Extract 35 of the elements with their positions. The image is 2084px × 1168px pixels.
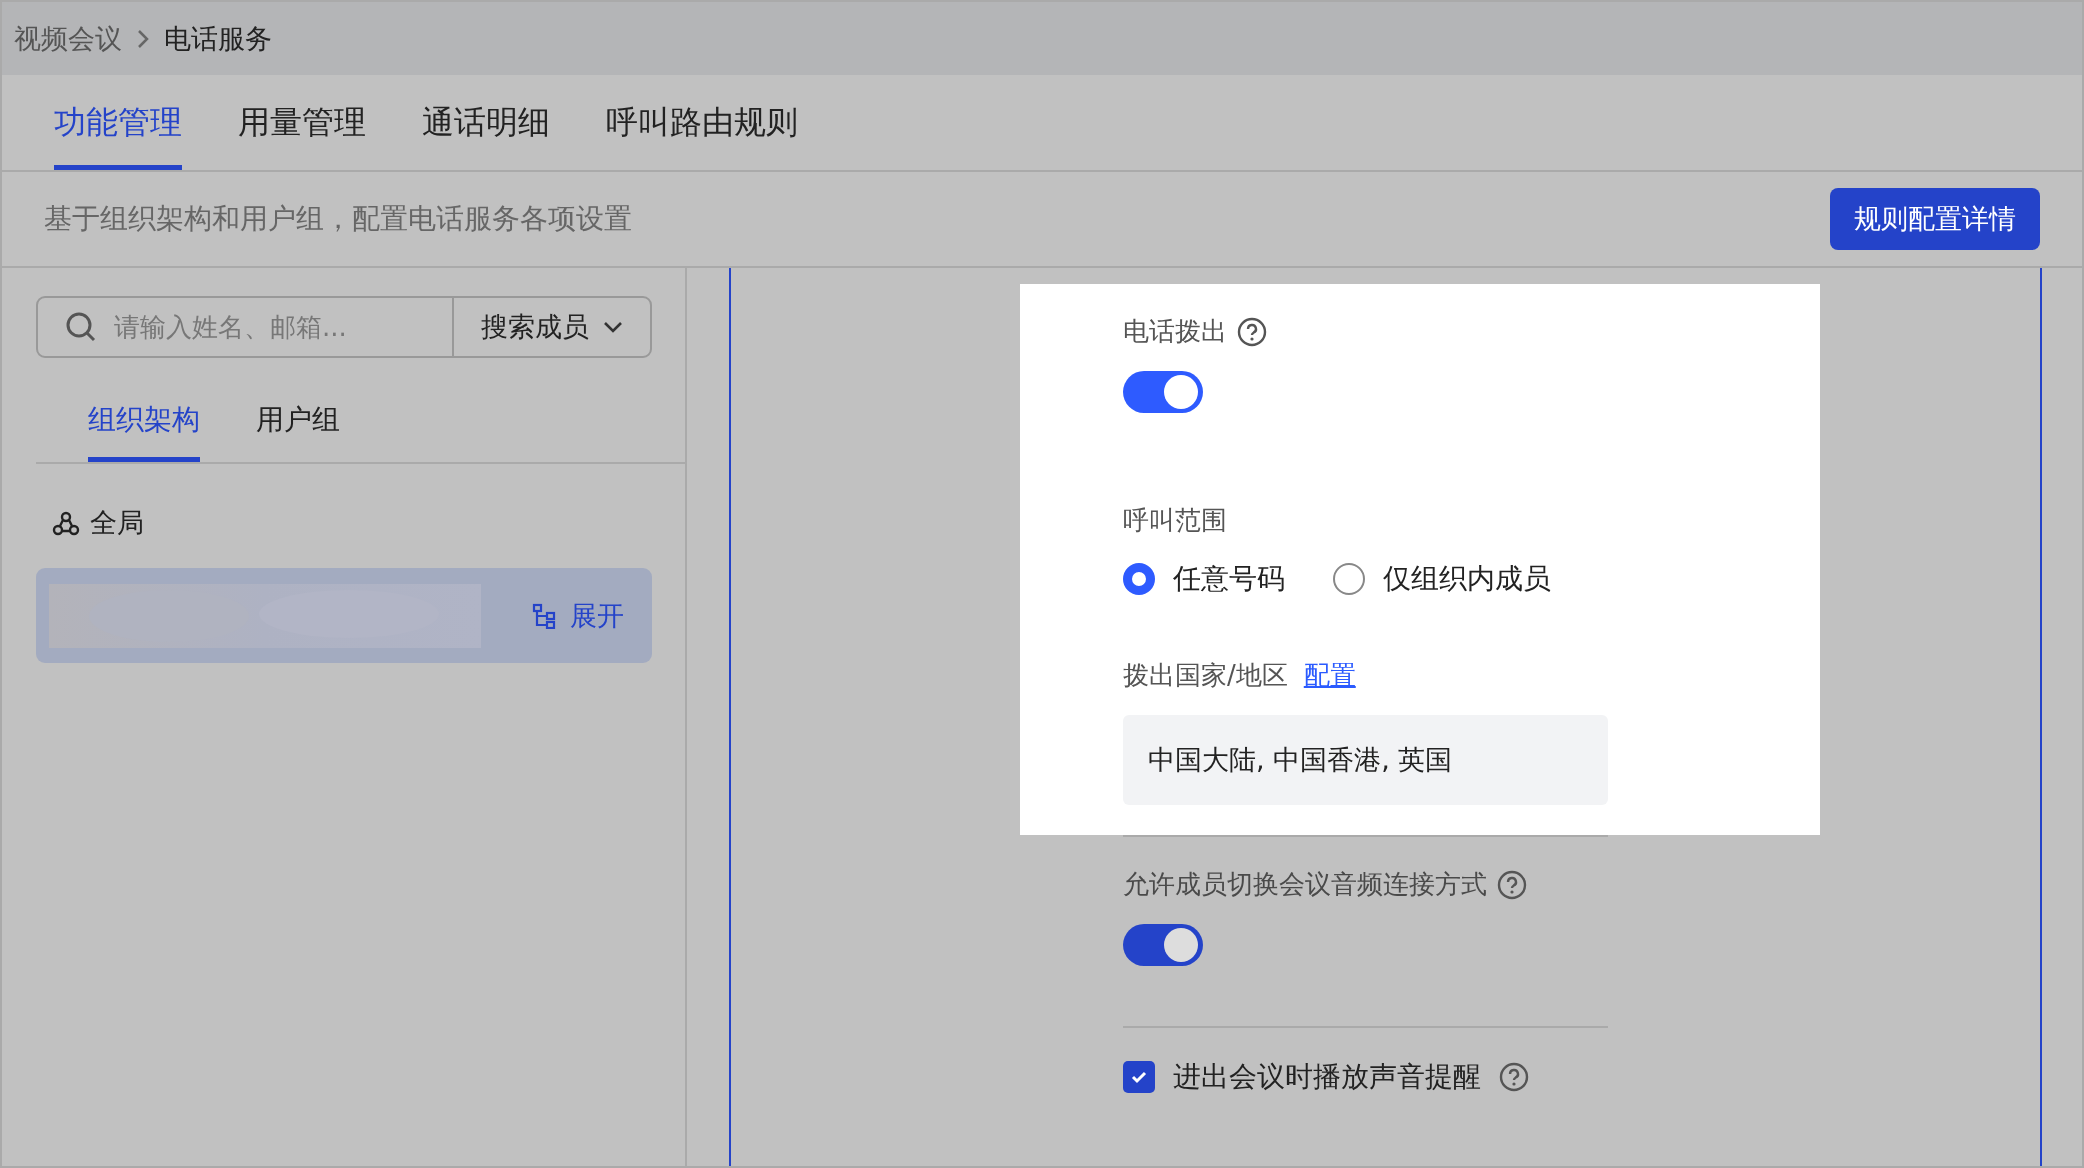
radio-option[interactable]: 任意号码 (1123, 560, 1285, 598)
chevron-down-icon (603, 321, 623, 333)
help-icon[interactable] (1499, 1062, 1529, 1092)
tab[interactable]: 通话明细 (422, 75, 550, 170)
breadcrumb-item[interactable]: 视频会议 (14, 20, 122, 57)
setting-label: 允许成员切换会议音频连接方式 (1123, 868, 1487, 901)
org-icon (52, 509, 80, 537)
tab[interactable]: 功能管理 (54, 75, 182, 170)
tab[interactable]: 呼叫路由规则 (606, 75, 798, 170)
checkbox[interactable] (1123, 1061, 1155, 1093)
tab[interactable]: 用量管理 (238, 75, 366, 170)
setting-label: 电话拨出 (1123, 315, 1227, 348)
radio-icon[interactable] (1333, 563, 1365, 595)
config-link[interactable]: 配置 (1303, 658, 1356, 693)
toggle-switch[interactable] (1123, 924, 1203, 966)
radio-option[interactable]: 仅组织内成员 (1333, 560, 1551, 598)
help-icon[interactable] (1237, 316, 1267, 347)
toggle-switch[interactable] (1123, 371, 1203, 413)
tree-icon (532, 602, 556, 629)
sub-tab[interactable]: 组织架构 (88, 358, 200, 462)
checkbox-label: 进出会议时播放声音提醒 (1173, 1059, 1481, 1095)
radio-icon[interactable] (1123, 563, 1155, 595)
search-scope-dropdown[interactable]: 搜索成员 (452, 298, 650, 356)
search-icon (64, 310, 98, 344)
sub-tab[interactable]: 用户组 (256, 358, 340, 462)
breadcrumb-item[interactable]: 电话服务 (164, 20, 272, 57)
tree-root[interactable]: 全局 (90, 505, 144, 541)
rule-details-button[interactable]: 规则配置详情 (1830, 188, 2040, 250)
setting-label: 呼叫范围 (1123, 504, 1227, 537)
search-field[interactable]: 请输入姓名、邮箱... 搜索成员 (36, 296, 652, 358)
help-icon[interactable] (1497, 869, 1527, 900)
page-description: 基于组织架构和用户组，配置电话服务各项设置 (44, 201, 632, 237)
chevron-right-icon (136, 27, 150, 50)
setting-label: 拨出国家/地区 (1123, 659, 1288, 692)
region-field[interactable]: 中国大陆, 中国香港, 英国 (1123, 715, 1608, 805)
